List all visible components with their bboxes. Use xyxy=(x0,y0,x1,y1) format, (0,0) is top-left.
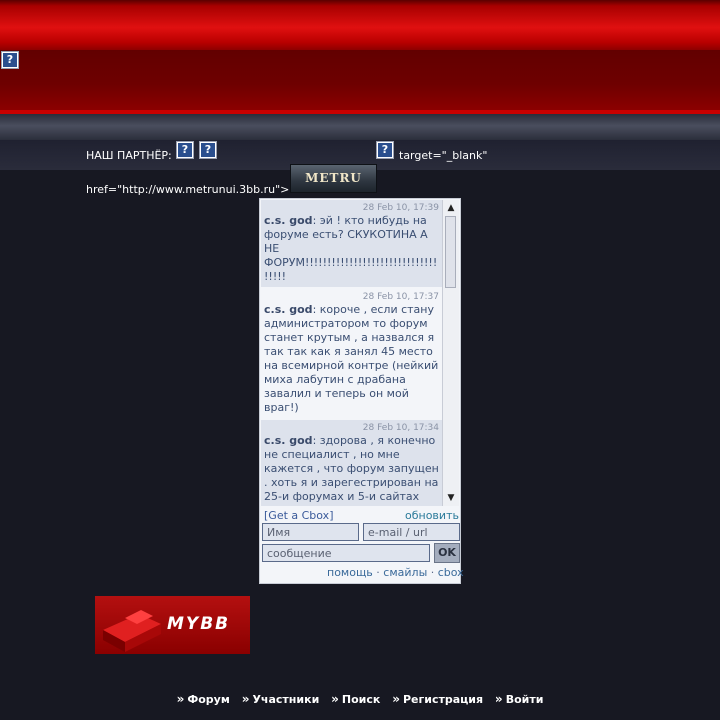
header-banner-bottom xyxy=(0,50,720,112)
footer-link-register[interactable]: » Регистрация xyxy=(392,692,484,706)
cbox-link[interactable]: cbox xyxy=(438,566,464,579)
mybb-logo[interactable]: MYBB xyxy=(95,596,250,654)
chat-message: 28 Feb 10, 17:34 c.s. god: здорова , я к… xyxy=(261,420,442,506)
footer-link-label: Войти xyxy=(505,693,544,706)
partner-banner[interactable]: METRU NUI xyxy=(290,164,377,212)
message-author[interactable]: c.s. god xyxy=(264,214,313,227)
chevron-icon: » xyxy=(241,692,250,706)
scroll-down-arrow-icon[interactable]: ▼ xyxy=(445,492,457,504)
partner-href-text: href="http://www.metrunui.3bb.ru"> xyxy=(86,183,290,196)
scroll-up-arrow-icon[interactable]: ▲ xyxy=(445,202,457,214)
message-body: c.s. god: короче , если стану администра… xyxy=(264,303,439,415)
chevron-icon: » xyxy=(176,692,185,706)
email-url-input[interactable] xyxy=(363,523,460,541)
link-separator: · xyxy=(376,566,380,579)
scroll-thumb[interactable] xyxy=(445,216,456,288)
chat-footer-links: помощь · смайлы · cbox xyxy=(327,566,464,579)
chat-message: 28 Feb 10, 17:37 c.s. god: короче , если… xyxy=(261,289,442,418)
footer-nav: » Форум » Участники » Поиск » Регистрация » В… xyxy=(0,692,720,706)
mybb-logo-text: MYBB xyxy=(167,614,231,634)
footer-link-label: Регистрация xyxy=(402,693,484,706)
refresh-link[interactable]: обновить xyxy=(405,509,459,522)
chevron-icon: » xyxy=(392,692,400,706)
header-banner-top xyxy=(0,0,720,50)
nav-bar xyxy=(0,114,720,140)
message-time: 28 Feb 10, 17:37 xyxy=(362,292,439,302)
help-link[interactable]: помощь xyxy=(327,566,373,579)
message-input[interactable] xyxy=(262,544,430,562)
footer-link-members[interactable]: » Участники xyxy=(241,692,320,706)
send-button[interactable]: OK xyxy=(434,543,460,563)
get-cbox-link[interactable]: [Get a Cbox] xyxy=(264,509,334,522)
chat-message: 28 Feb 10, 17:39 c.s. god: эй ! кто нибу… xyxy=(261,200,442,287)
partner-target-text: target="_blank" xyxy=(399,149,488,162)
footer-link-label: Форум xyxy=(187,693,230,706)
link-separator: · xyxy=(430,566,435,579)
message-author[interactable]: c.s. god xyxy=(264,434,313,447)
chevron-icon: » xyxy=(494,692,503,706)
partner-label: НАШ ПАРТНЁР: xyxy=(86,149,172,162)
name-input[interactable] xyxy=(262,523,359,541)
message-author[interactable]: c.s. god xyxy=(264,303,313,316)
broken-image-icon: ? xyxy=(1,51,19,69)
message-time: 28 Feb 10, 17:39 xyxy=(362,203,439,213)
smileys-link[interactable]: смайлы xyxy=(383,566,427,579)
chevron-icon: » xyxy=(331,692,339,706)
footer-link-search[interactable]: » Поиск xyxy=(331,692,381,706)
chat-messages: 28 Feb 10, 17:39 c.s. god: эй ! кто нибу… xyxy=(261,200,442,506)
footer-link-login[interactable]: » Войти xyxy=(494,692,544,706)
footer-link-label: Участники xyxy=(252,693,320,706)
broken-image-icon[interactable]: ? xyxy=(199,141,217,159)
footer-link-label: Поиск xyxy=(341,693,381,706)
message-text: : короче , если стану администратором то… xyxy=(264,303,439,414)
message-body: c.s. god: эй ! кто нибудь на форуме есть… xyxy=(264,214,439,284)
chat-scrollbar[interactable]: ▲ ▼ xyxy=(442,200,459,506)
footer-link-forum[interactable]: » Форум xyxy=(176,692,230,706)
message-body: c.s. god: здорова , я конечно не специал… xyxy=(264,434,439,506)
broken-image-icon[interactable]: ? xyxy=(376,141,394,159)
broken-image-icon[interactable]: ? xyxy=(176,141,194,159)
message-time: 28 Feb 10, 17:34 xyxy=(362,423,439,433)
